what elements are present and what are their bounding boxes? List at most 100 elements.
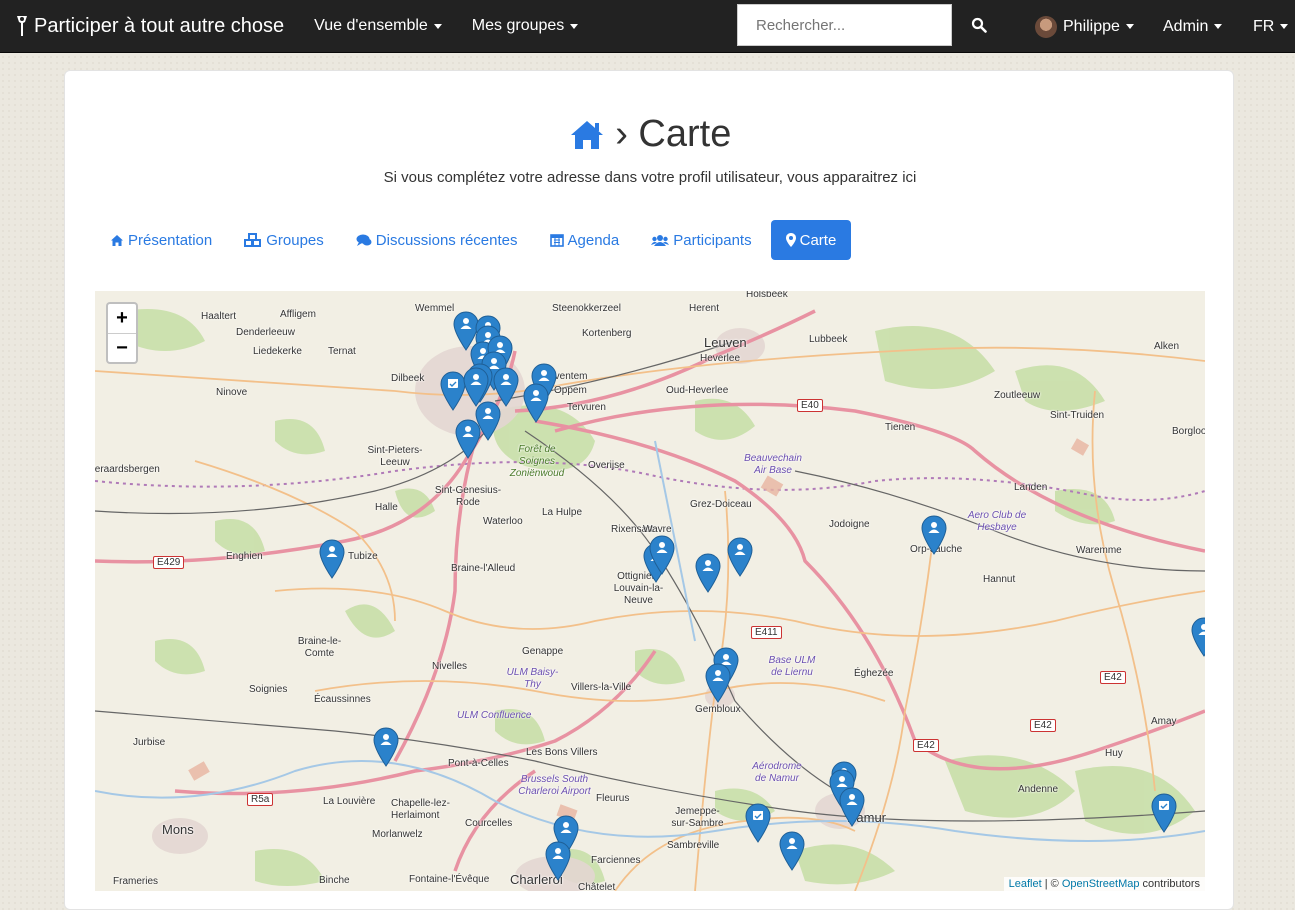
place-label: Borgloo: [1172, 426, 1205, 437]
participant-marker[interactable]: [523, 383, 549, 423]
road-shield: E40: [797, 399, 823, 412]
place-label: Tubize: [348, 551, 378, 562]
user-pin-icon: [373, 727, 399, 767]
home-icon[interactable]: [569, 119, 605, 151]
place-label: Landen: [1014, 482, 1048, 493]
tab-agenda[interactable]: Agenda: [535, 220, 635, 260]
place-label: Halle: [375, 502, 398, 513]
place-label: Hannut: [983, 574, 1016, 585]
tab-groups[interactable]: Groupes: [229, 220, 339, 260]
place-label: Les Bons Villers: [526, 747, 598, 758]
tab-presentation[interactable]: Présentation: [95, 220, 227, 260]
caret-down-icon: [570, 23, 579, 29]
zoom-in-button[interactable]: +: [108, 304, 136, 333]
menu-overview[interactable]: Vue d'ensemble: [299, 0, 457, 53]
place-label: Chapelle-lez-Herlaimont: [391, 798, 450, 821]
place-label: Amay: [1151, 716, 1177, 727]
torch-icon: [17, 16, 27, 36]
page-title-text: Carte: [638, 113, 732, 155]
place-label: Geraardsbergen: [95, 464, 160, 475]
calendar-icon: [549, 234, 564, 247]
calendar-check-icon: [745, 803, 771, 843]
place-label: Sint-Genesius-Rode: [434, 485, 502, 508]
user-pin-icon: [695, 553, 721, 593]
place-label: La Louvière: [323, 796, 376, 807]
place-label: Andenne: [1018, 784, 1059, 795]
tab-presentation-label: Présentation: [128, 231, 213, 249]
participant-marker[interactable]: [695, 553, 721, 593]
event-marker[interactable]: [1151, 793, 1177, 833]
menu-my-groups[interactable]: Mes groupes: [457, 0, 594, 53]
place-label: Sint-Pieters-Leeuw: [367, 445, 423, 468]
brand-link[interactable]: Participer à tout autre chose: [0, 0, 284, 53]
place-label: Tienen: [885, 422, 916, 433]
user-pin-icon: [1191, 617, 1205, 657]
place-label: Jemeppe-sur-Sambre: [671, 806, 724, 829]
forest-label: Forêt de Soignes Zoniënwoud: [509, 444, 565, 479]
place-label: Genappe: [522, 646, 564, 657]
breadcrumb-separator: ›: [615, 113, 628, 155]
road-shield: E429: [153, 556, 185, 569]
admin-menu[interactable]: Admin: [1163, 0, 1223, 53]
place-label: Jurbise: [133, 737, 166, 748]
user-menu[interactable]: Philippe: [1035, 0, 1134, 53]
event-marker[interactable]: [745, 803, 771, 843]
zoom-out-button[interactable]: −: [108, 333, 136, 362]
comments-icon: [356, 234, 372, 246]
user-pin-icon: [319, 539, 345, 579]
tab-participants[interactable]: Participants: [636, 220, 766, 260]
place-label: Grez-Doiceau: [690, 499, 752, 510]
tab-groups-label: Groupes: [266, 231, 324, 249]
leaflet-link[interactable]: Leaflet: [1009, 878, 1042, 890]
participant-marker[interactable]: [455, 419, 481, 459]
place-label: Frameries: [113, 876, 159, 887]
participant-marker[interactable]: [545, 841, 571, 881]
language-menu[interactable]: FR: [1253, 0, 1289, 53]
map-view[interactable]: Holsbeek Steenokkerzeel Haaltert Afflige…: [95, 291, 1205, 891]
place-label: Braine-l'Alleud: [451, 563, 516, 574]
zoom-control: + −: [106, 302, 138, 364]
participant-marker[interactable]: [373, 727, 399, 767]
place-label: Binche: [319, 875, 350, 886]
place-label: Soignies: [249, 684, 288, 695]
place-label: Wemmel: [415, 303, 455, 314]
participant-marker[interactable]: [649, 535, 675, 575]
place-label: Wavre: [643, 524, 672, 535]
tab-discussions-label: Discussions récentes: [375, 231, 518, 249]
place-label: Jodoigne: [829, 519, 870, 530]
place-label: Zoutleeuw: [994, 390, 1041, 401]
tab-map[interactable]: Carte: [770, 220, 852, 260]
road-shield: E42: [913, 739, 939, 752]
tab-discussions[interactable]: Discussions récentes: [341, 220, 533, 260]
place-label: Dilbeek: [391, 373, 425, 384]
users-icon: [651, 234, 670, 246]
participant-marker[interactable]: [319, 539, 345, 579]
place-label: Kortenberg: [582, 328, 632, 339]
osm-link[interactable]: OpenStreetMap: [1062, 878, 1140, 890]
user-pin-icon: [545, 841, 571, 881]
place-label: Tervuren: [567, 402, 606, 413]
caret-down-icon: [1280, 24, 1289, 29]
top-navbar: Participer à tout autre chose Vue d'ense…: [0, 0, 1295, 53]
participant-marker[interactable]: [1191, 617, 1205, 657]
map-marker-icon: [785, 233, 796, 247]
road-shield: E42: [1100, 671, 1126, 684]
road-shield: E42: [1030, 719, 1056, 732]
content-panel: › Carte Si vous complétez votre adresse …: [64, 70, 1234, 910]
search-button[interactable]: [960, 8, 998, 42]
participant-marker[interactable]: [839, 787, 865, 827]
place-label: Lubbeek: [809, 334, 848, 345]
place-label: Overijse: [588, 460, 625, 471]
search-input[interactable]: [737, 4, 952, 46]
participant-marker[interactable]: [705, 663, 731, 703]
place-label: Enghien: [226, 551, 263, 562]
tab-participants-label: Participants: [673, 231, 752, 249]
participant-marker[interactable]: [921, 515, 947, 555]
participant-marker[interactable]: [727, 537, 753, 577]
place-label: Fleurus: [596, 793, 630, 804]
language-label: FR: [1253, 17, 1275, 35]
participant-marker[interactable]: [779, 831, 805, 871]
airfield-label: ULM Confluence: [457, 710, 532, 721]
user-pin-icon: [921, 515, 947, 555]
place-label: Morlanwelz: [372, 829, 423, 840]
